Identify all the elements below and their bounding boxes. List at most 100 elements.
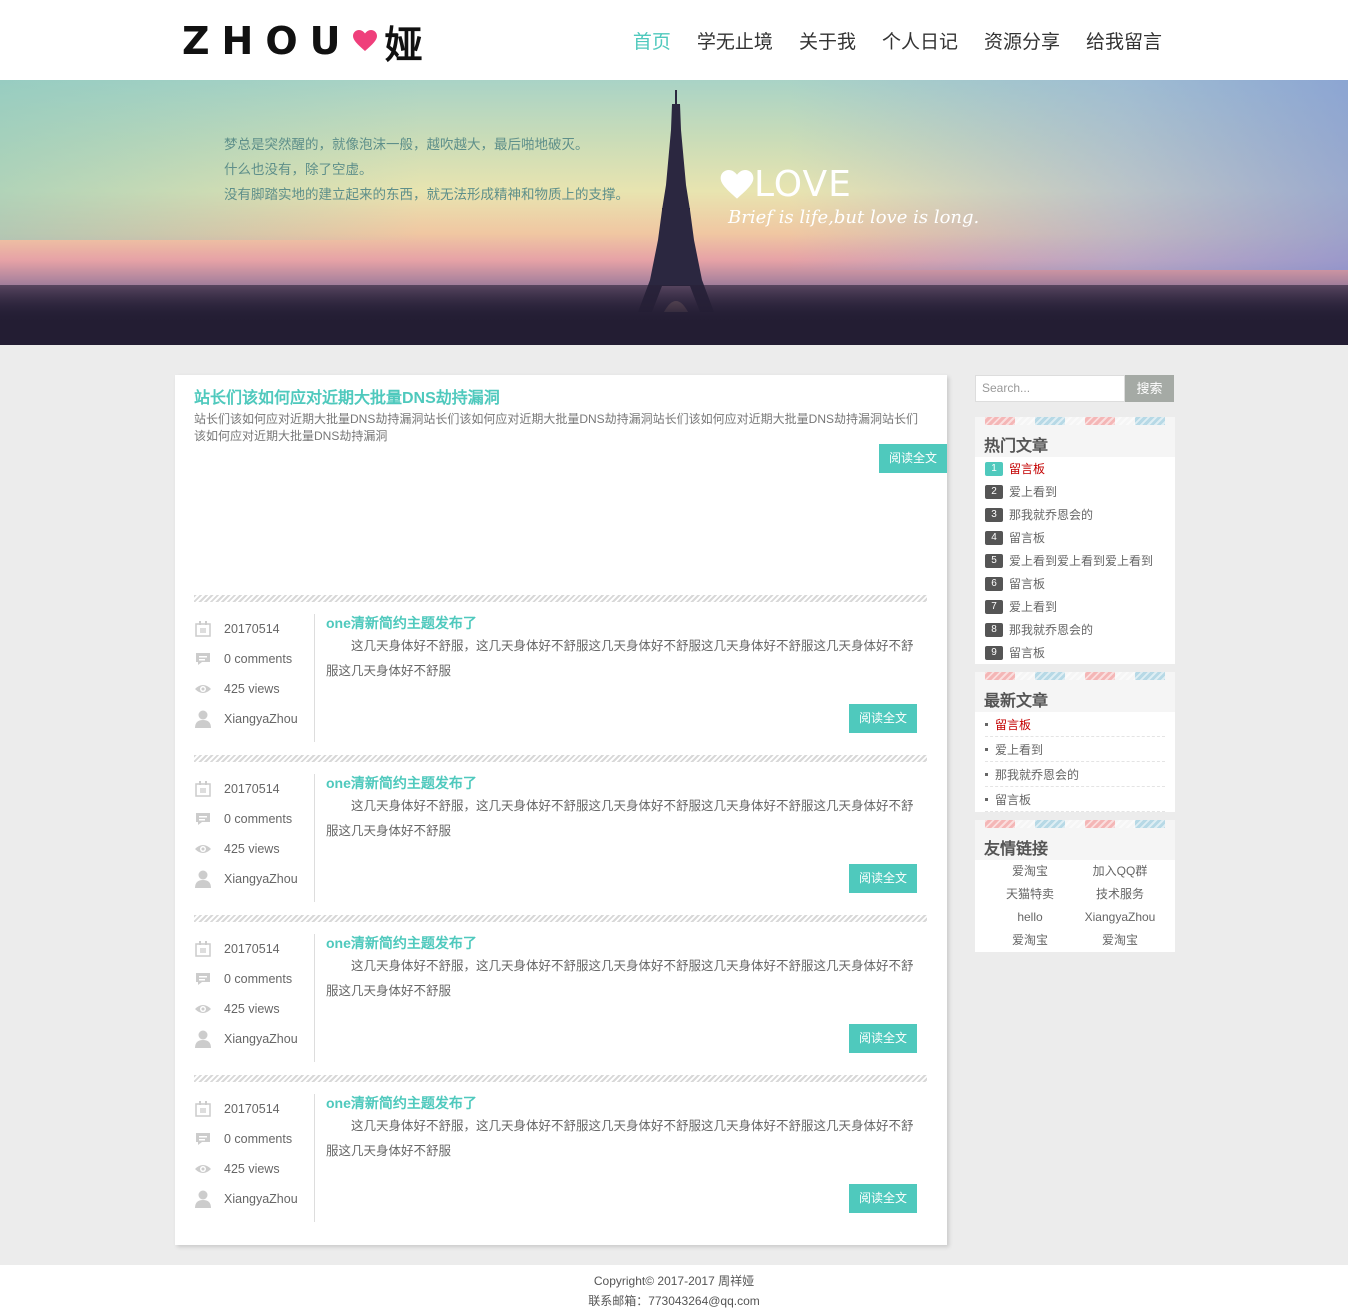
decorative-stripes [985, 820, 1165, 828]
friend-link[interactable]: XiangyaZhou [1075, 906, 1165, 929]
list-item[interactable]: 爱上看到 [985, 737, 1165, 762]
list-item[interactable]: 2 爱上看到 [985, 480, 1175, 503]
post-views: 425 views [224, 842, 280, 856]
user-icon [194, 1190, 212, 1208]
post-author[interactable]: XiangyaZhou [224, 1192, 298, 1206]
post-date: 20170514 [224, 1102, 280, 1116]
rank-badge: 3 [985, 507, 1003, 522]
featured-excerpt: 站长们该如何应对近期大批量DNS劫持漏洞站长们该如何应对近期大批量DNS劫持漏洞… [194, 412, 919, 443]
list-item[interactable]: 5 爱上看到爱上看到爱上看到 [985, 549, 1175, 572]
post-author[interactable]: XiangyaZhou [224, 872, 298, 886]
nav-diary[interactable]: 个人日记 [882, 30, 958, 56]
friend-links-widget: 友情链接 爱淘宝 加入QQ群 天猫特卖 技术服务 hello XiangyaZh… [975, 820, 1175, 952]
nav-resources[interactable]: 资源分享 [984, 30, 1060, 56]
site-footer: Copyright© 2017-2017 周祥娅 联系邮箱：773043264@… [0, 1265, 1348, 1314]
post-views: 425 views [224, 1162, 280, 1176]
post-comments[interactable]: 0 comments [224, 972, 292, 986]
friend-link[interactable]: 爱淘宝 [1075, 929, 1165, 952]
rank-badge: 8 [985, 622, 1003, 637]
calendar-icon [194, 780, 212, 798]
featured-title[interactable]: 站长们该如何应对近期大批量DNS劫持漏洞 [194, 389, 927, 409]
post-item: 20170514 0 comments 425 views XiangyaZho… [194, 934, 927, 1062]
post-date: 20170514 [224, 782, 280, 796]
site-logo[interactable]: ZHOU 娅 [182, 18, 423, 67]
post-title[interactable]: one清新简约主题发布了 [326, 934, 916, 952]
friend-link[interactable]: 爱淘宝 [985, 860, 1075, 883]
eye-icon [194, 1000, 212, 1018]
widget-title: 热门文章 [984, 438, 1049, 455]
post-excerpt: 这几天身体好不舒服，这几天身体好不舒服这几天身体好不舒服这几天身体好不舒服这几天… [326, 959, 914, 998]
friend-link[interactable]: 天猫特卖 [985, 883, 1075, 906]
post-title[interactable]: one清新简约主题发布了 [326, 614, 916, 632]
rank-badge: 1 [985, 461, 1003, 476]
post-title[interactable]: one清新简约主题发布了 [326, 774, 916, 792]
search-box: Search... 搜索 [975, 375, 1175, 402]
comment-icon [194, 810, 212, 828]
nav-about[interactable]: 关于我 [799, 30, 856, 56]
latest-articles-list: 留言板 爱上看到 那我就乔恩会的 留言板 [975, 712, 1175, 812]
post-views: 425 views [224, 682, 280, 696]
hot-articles-widget: 热门文章 1 留言板 2 爱上看到 3 那我就乔恩会的 4 留言板 5 爱上看到爱上看到爱… [975, 417, 1175, 664]
nav-guestbook[interactable]: 给我留言 [1086, 30, 1162, 56]
love-title: LOVE [754, 164, 852, 205]
divider [194, 755, 927, 762]
post-item: 20170514 0 comments 425 views XiangyaZho… [194, 774, 927, 902]
read-more-button[interactable]: 阅读全文 [849, 1024, 917, 1053]
list-item[interactable]: 1 留言板 [985, 457, 1175, 480]
post-excerpt: 这几天身体好不舒服，这几天身体好不舒服这几天身体好不舒服这几天身体好不舒服这几天… [326, 799, 914, 838]
site-header: ZHOU 娅 首页 学无止境 关于我 个人日记 资源分享 给我留言 [0, 0, 1348, 80]
rank-badge: 9 [985, 645, 1003, 660]
calendar-icon [194, 1100, 212, 1118]
rank-badge: 7 [985, 599, 1003, 614]
widget-title: 最新文章 [984, 693, 1049, 710]
banner-love: LOVE Brief is life,but love is long. [720, 164, 979, 228]
friend-link[interactable]: 加入QQ群 [1075, 860, 1165, 883]
list-item[interactable]: 留言板 [985, 712, 1165, 737]
list-item[interactable]: 6 留言板 [985, 572, 1175, 595]
list-item[interactable]: 留言板 [985, 787, 1165, 812]
list-item[interactable]: 4 留言板 [985, 526, 1175, 549]
search-button[interactable]: 搜索 [1125, 375, 1174, 402]
post-author[interactable]: XiangyaZhou [224, 1032, 298, 1046]
list-item[interactable]: 8 那我就乔恩会的 [985, 618, 1175, 641]
post-date: 20170514 [224, 942, 280, 956]
nav-home[interactable]: 首页 [633, 30, 671, 56]
rank-badge: 2 [985, 484, 1003, 499]
calendar-icon [194, 940, 212, 958]
comment-icon [194, 970, 212, 988]
decorative-stripes [985, 417, 1165, 425]
friend-links-grid: 爱淘宝 加入QQ群 天猫特卖 技术服务 hello XiangyaZhou 爱淘… [975, 860, 1175, 952]
post-meta: 20170514 0 comments 425 views XiangyaZho… [194, 614, 315, 742]
post-date: 20170514 [224, 622, 280, 636]
rank-badge: 4 [985, 530, 1003, 545]
friend-link[interactable]: 爱淘宝 [985, 929, 1075, 952]
love-subtitle: Brief is life,but love is long. [728, 207, 980, 228]
logo-text: ZHOU [182, 19, 353, 63]
list-item[interactable]: 9 留言板 [985, 641, 1175, 664]
post-comments[interactable]: 0 comments [224, 652, 292, 666]
post-meta: 20170514 0 comments 425 views XiangyaZho… [194, 774, 315, 902]
rank-badge: 6 [985, 576, 1003, 591]
search-input[interactable]: Search... [975, 375, 1125, 402]
friend-link[interactable]: 技术服务 [1075, 883, 1165, 906]
divider [194, 1075, 927, 1082]
divider [194, 595, 927, 602]
nav-learning[interactable]: 学无止境 [697, 30, 773, 56]
widget-title: 友情链接 [984, 841, 1049, 858]
banner-quote: 梦总是突然醒的，就像泡沫一般，越吹越大，最后啪地破灭。 什么也没有，除了空虚。 … [224, 137, 629, 202]
list-item[interactable]: 那我就乔恩会的 [985, 762, 1165, 787]
read-more-button[interactable]: 阅读全文 [879, 444, 947, 473]
read-more-button[interactable]: 阅读全文 [849, 704, 917, 733]
read-more-button[interactable]: 阅读全文 [849, 1184, 917, 1213]
hot-articles-list: 1 留言板 2 爱上看到 3 那我就乔恩会的 4 留言板 5 爱上看到爱上看到爱上看到 6… [975, 457, 1175, 664]
post-comments[interactable]: 0 comments [224, 812, 292, 826]
eye-icon [194, 680, 212, 698]
post-title[interactable]: one清新简约主题发布了 [326, 1094, 916, 1112]
post-author[interactable]: XiangyaZhou [224, 712, 298, 726]
friend-link[interactable]: hello [985, 906, 1075, 929]
list-item[interactable]: 7 爱上看到 [985, 595, 1175, 618]
read-more-button[interactable]: 阅读全文 [849, 864, 917, 893]
post-views: 425 views [224, 1002, 280, 1016]
post-comments[interactable]: 0 comments [224, 1132, 292, 1146]
list-item[interactable]: 3 那我就乔恩会的 [985, 503, 1175, 526]
